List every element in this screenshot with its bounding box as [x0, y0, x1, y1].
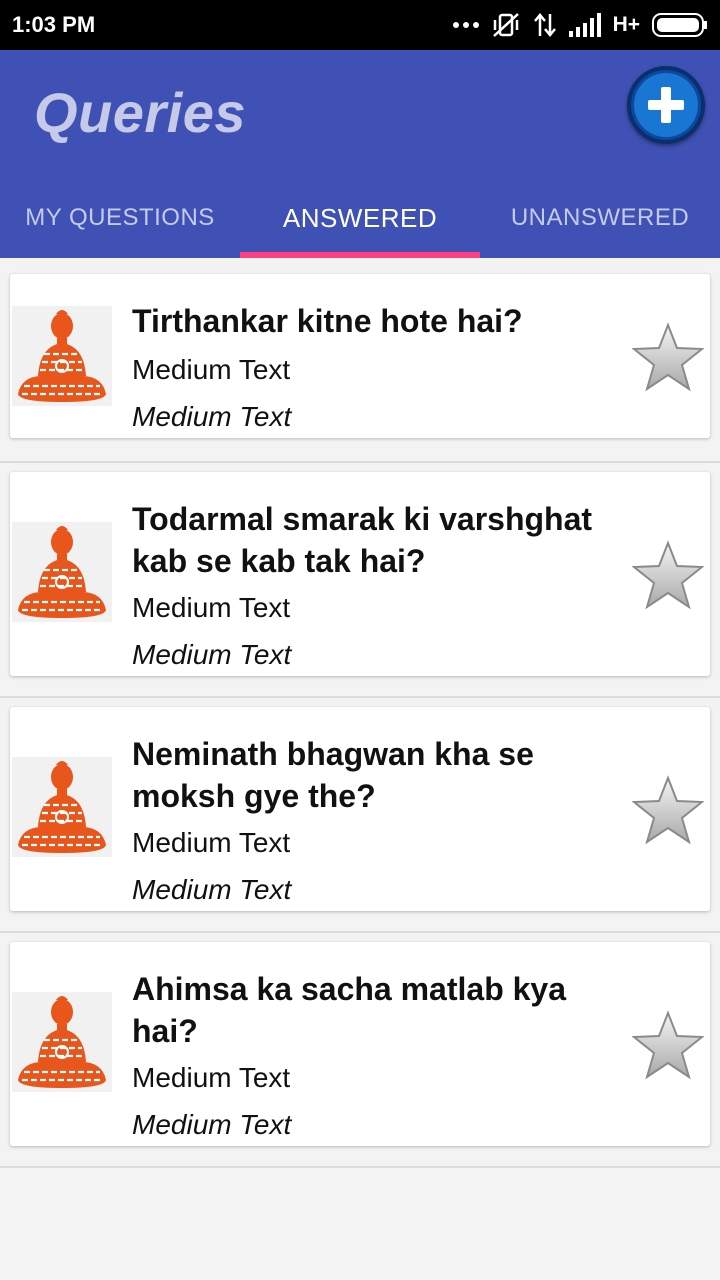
question-detail: Medium Text — [132, 1109, 292, 1140]
list-item: Todarmal smarak ki varshghat kab se kab … — [0, 463, 720, 698]
question-card[interactable]: Tirthankar kitne hote hai? Medium Text M… — [10, 274, 710, 438]
question-title: Tirthankar kitne hote hai? — [132, 303, 523, 339]
meditating-figure-icon — [12, 522, 112, 622]
star-icon[interactable] — [632, 540, 704, 610]
question-detail: Medium Text — [132, 874, 292, 905]
network-type-label: H+ — [612, 13, 640, 36]
star-icon[interactable] — [632, 1010, 704, 1080]
question-card[interactable]: Ahimsa ka sacha matlab kya hai? Medium T… — [10, 942, 710, 1146]
star-icon[interactable] — [632, 322, 704, 392]
tab-answered-label: ANSWERED — [282, 202, 438, 233]
page-title: Queries — [34, 81, 247, 144]
question-subtitle: Medium Text — [132, 592, 291, 623]
tab-my-questions[interactable]: MY QUESTIONS — [0, 178, 240, 258]
question-subtitle: Medium Text — [132, 354, 291, 385]
question-card[interactable]: Neminath bhagwan kha se moksh gye the? M… — [10, 707, 710, 911]
list-item: Ahimsa ka sacha matlab kya hai? Medium T… — [0, 933, 720, 1168]
more-dots-icon — [452, 22, 479, 28]
question-subtitle: Medium Text — [132, 827, 291, 858]
list-item: Tirthankar kitne hote hai? Medium Text M… — [0, 258, 720, 463]
list-item: Neminath bhagwan kha se moksh gye the? M… — [0, 698, 720, 933]
question-title: Todarmal smarak ki varshghat kab se kab … — [132, 501, 593, 579]
meditating-figure-icon — [12, 992, 112, 1092]
question-detail: Medium Text — [132, 401, 292, 432]
data-transfer-icon — [533, 13, 556, 37]
question-subtitle: Medium Text — [132, 1062, 291, 1093]
add-question-button-face — [634, 73, 698, 137]
question-card[interactable]: Todarmal smarak ki varshghat kab se kab … — [10, 472, 710, 676]
meditating-figure-icon — [12, 757, 112, 857]
app-bar: Queries MY QUESTIONS ANSWERED UNANSWERED — [0, 50, 720, 258]
add-question-button[interactable] — [627, 66, 705, 144]
add-icon — [648, 87, 684, 123]
tab-unanswered[interactable]: UNANSWERED — [480, 178, 720, 258]
tab-my-questions-label: MY QUESTIONS — [25, 204, 215, 231]
status-time: 1:03 PM — [12, 12, 96, 37]
status-bar: 1:03 PM H+ — [0, 0, 720, 50]
star-icon[interactable] — [632, 775, 704, 845]
tab-answered[interactable]: ANSWERED — [240, 178, 480, 258]
status-icons: H+ — [452, 10, 708, 40]
signal-icon — [568, 13, 601, 37]
meditating-figure-icon — [12, 306, 112, 406]
question-title: Neminath bhagwan kha se moksh gye the? — [132, 736, 534, 814]
tab-bar: MY QUESTIONS ANSWERED UNANSWERED — [0, 178, 720, 258]
battery-icon — [652, 13, 707, 37]
question-detail: Medium Text — [132, 639, 292, 670]
tab-unanswered-label: UNANSWERED — [510, 204, 690, 231]
vibrate-off-icon — [492, 13, 519, 37]
question-title: Ahimsa ka sacha matlab kya hai? — [132, 971, 567, 1049]
